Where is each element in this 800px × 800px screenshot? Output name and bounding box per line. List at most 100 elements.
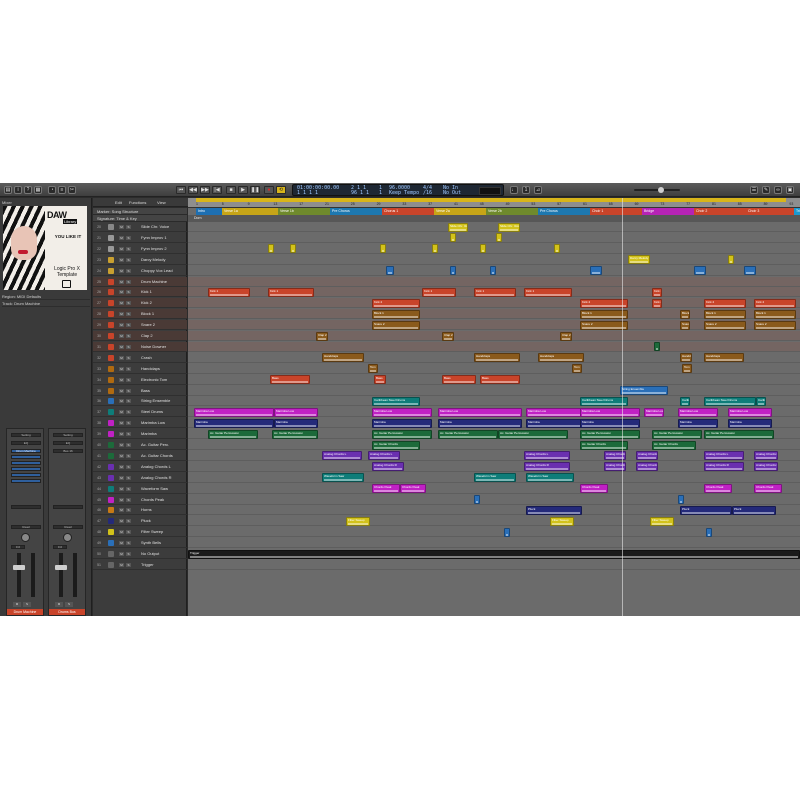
region[interactable]: Clap 2: [442, 331, 454, 341]
track-header[interactable]: 20 M S Slide Chr. Voice: [93, 222, 187, 232]
region[interactable]: Analog Chords L: [322, 451, 362, 461]
solo-button[interactable]: S: [126, 421, 131, 426]
solo-button[interactable]: S: [126, 246, 131, 251]
track-header[interactable]: 30 M S Clap 2: [93, 331, 187, 341]
region[interactable]: Ac. Guitar Percussion: [652, 429, 702, 439]
mute-button[interactable]: M: [119, 421, 124, 426]
track-header[interactable]: 21 M S Fynn Improv 1: [93, 233, 187, 243]
solo-button[interactable]: S: [126, 486, 131, 491]
region[interactable]: Snare 2: [372, 320, 420, 330]
region[interactable]: Filter Sweep: [550, 516, 574, 526]
region[interactable]: Marimba Low: [644, 407, 664, 417]
region[interactable]: Marimba: [438, 418, 522, 428]
region[interactable]: Pluck: [680, 505, 732, 515]
master-volume-slider[interactable]: [634, 187, 680, 193]
lcd-display[interactable]: 01:00:00:00.00 1 1 1 1 2 1 1 96 1 1 1 1 …: [292, 184, 504, 196]
inspector-icon[interactable]: i: [14, 186, 22, 194]
mute-button[interactable]: M: [13, 602, 21, 607]
region[interactable]: Marimba Low: [678, 407, 718, 417]
mute-button[interactable]: M: [119, 475, 124, 480]
solo-button[interactable]: S: [126, 312, 131, 317]
solo-button[interactable]: S: [126, 377, 131, 382]
track-lane[interactable]: [188, 364, 800, 374]
track-header[interactable]: 31 M S Noise Downer: [93, 341, 187, 352]
marker-13[interactable]: Trig: [794, 208, 800, 215]
plugin-slot[interactable]: [11, 473, 41, 477]
marker-1[interactable]: Intro: [196, 208, 222, 215]
mute-button[interactable]: M: [119, 334, 124, 338]
region[interactable]: Ac. Guitar Percussion: [498, 429, 568, 439]
track-header[interactable]: 49 M S Synth Bells: [93, 538, 187, 549]
track-header[interactable]: 48 M S Filter Sweep: [93, 527, 187, 538]
track-header[interactable]: 27 M S Kick 2: [93, 298, 187, 309]
mute-button[interactable]: M: [119, 453, 124, 458]
track-header[interactable]: 22 M S Fynn Improv 2: [93, 244, 187, 254]
region[interactable]: Marimba Low: [526, 407, 582, 417]
region[interactable]: [490, 266, 496, 276]
region[interactable]: Kick 1: [652, 287, 662, 297]
region[interactable]: Snare 2: [580, 320, 628, 330]
stop-icon[interactable]: ■: [226, 186, 236, 194]
mute-button[interactable]: M: [119, 530, 124, 535]
region[interactable]: [386, 266, 394, 276]
solo-button[interactable]: S: [126, 344, 131, 349]
mute-button[interactable]: M: [119, 268, 124, 273]
track-lane[interactable]: [188, 386, 800, 396]
solo-button[interactable]: S: [23, 602, 31, 607]
arrange-area[interactable]: 1 5 9 13 17 21 25 29 33 37 41 45 49 53 57 61 65 69 73 77 81 8…: [188, 198, 800, 616]
track-lane[interactable]: [188, 538, 800, 549]
setting-slot[interactable]: Setting: [11, 433, 41, 437]
region[interactable]: Snare 2: [680, 320, 690, 330]
region[interactable]: [678, 495, 684, 504]
marker-3[interactable]: Verse 1b: [278, 208, 330, 215]
track-header[interactable]: 44 M S Waveform Saw: [93, 484, 187, 494]
region[interactable]: Ac. Guitar Percussion: [438, 429, 498, 439]
mute-button[interactable]: M: [119, 366, 124, 371]
track-header[interactable]: 47 M S Pluck: [93, 516, 187, 527]
track-header[interactable]: 39 M S Marimba: [93, 429, 187, 440]
solo-button[interactable]: S: [126, 552, 131, 556]
view-menu[interactable]: View: [157, 200, 166, 205]
region[interactable]: Kick 2: [652, 298, 662, 308]
region[interactable]: Kick 2: [754, 298, 796, 308]
track-lanes[interactable]: Slide Chr. Voice Slide Chr. Voice Darcy Me…: [188, 222, 800, 616]
region[interactable]: Bass: [442, 375, 476, 385]
region[interactable]: Marimba Low: [194, 407, 274, 417]
solo-button[interactable]: S: [126, 541, 131, 546]
output-slot[interactable]: [11, 505, 41, 509]
region[interactable]: Chords Peak: [704, 484, 732, 494]
region[interactable]: Analog Chords R: [636, 462, 658, 472]
track-header[interactable]: 45 M S Chords Peak: [93, 495, 187, 505]
count-in-icon[interactable]: 1: [522, 186, 530, 194]
mute-button[interactable]: M: [119, 323, 124, 328]
play-icon[interactable]: ▶: [238, 186, 248, 194]
solo-button[interactable]: S: [126, 388, 131, 393]
mute-button[interactable]: M: [119, 486, 124, 491]
marker-12[interactable]: Choir 3: [746, 208, 794, 215]
region[interactable]: [432, 244, 438, 254]
mute-button[interactable]: M: [119, 257, 124, 262]
track-lane[interactable]: [188, 516, 800, 527]
region[interactable]: Block 1: [680, 309, 690, 319]
region[interactable]: [450, 266, 456, 276]
solo-button[interactable]: S: [126, 432, 131, 437]
region[interactable]: Analog Chords L: [524, 451, 570, 461]
mute-button[interactable]: M: [119, 301, 124, 306]
track-header[interactable]: 28 M S Block 1: [93, 309, 187, 320]
region[interactable]: Chords Peak: [754, 484, 782, 494]
mute-button[interactable]: M: [119, 399, 124, 404]
metronome-icon[interactable]: ⊿: [534, 186, 542, 194]
region[interactable]: Tom: [368, 364, 378, 374]
region[interactable]: Analog Chords R: [754, 462, 778, 472]
region[interactable]: Caribbean Steel Drums: [580, 396, 628, 406]
region[interactable]: Analog Chords L: [754, 451, 778, 461]
track-header[interactable]: 43 M S Analog Chords R: [93, 473, 187, 483]
solo-button[interactable]: S: [126, 497, 131, 502]
pan-knob[interactable]: [21, 533, 30, 542]
rewind-to-start-icon[interactable]: ⏮: [176, 186, 186, 194]
region[interactable]: Kick 2: [372, 298, 420, 308]
track-lane[interactable]: [188, 233, 800, 243]
region[interactable]: Clap 2: [560, 331, 572, 341]
track-lane[interactable]: [188, 440, 800, 450]
region[interactable]: Block 1: [754, 309, 796, 319]
